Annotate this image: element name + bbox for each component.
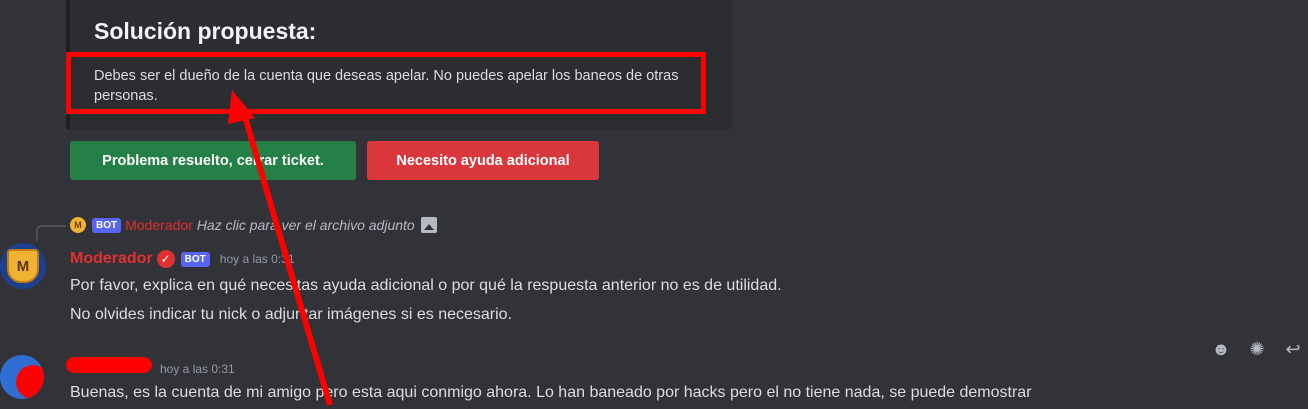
- annotation-arrow: [228, 90, 333, 406]
